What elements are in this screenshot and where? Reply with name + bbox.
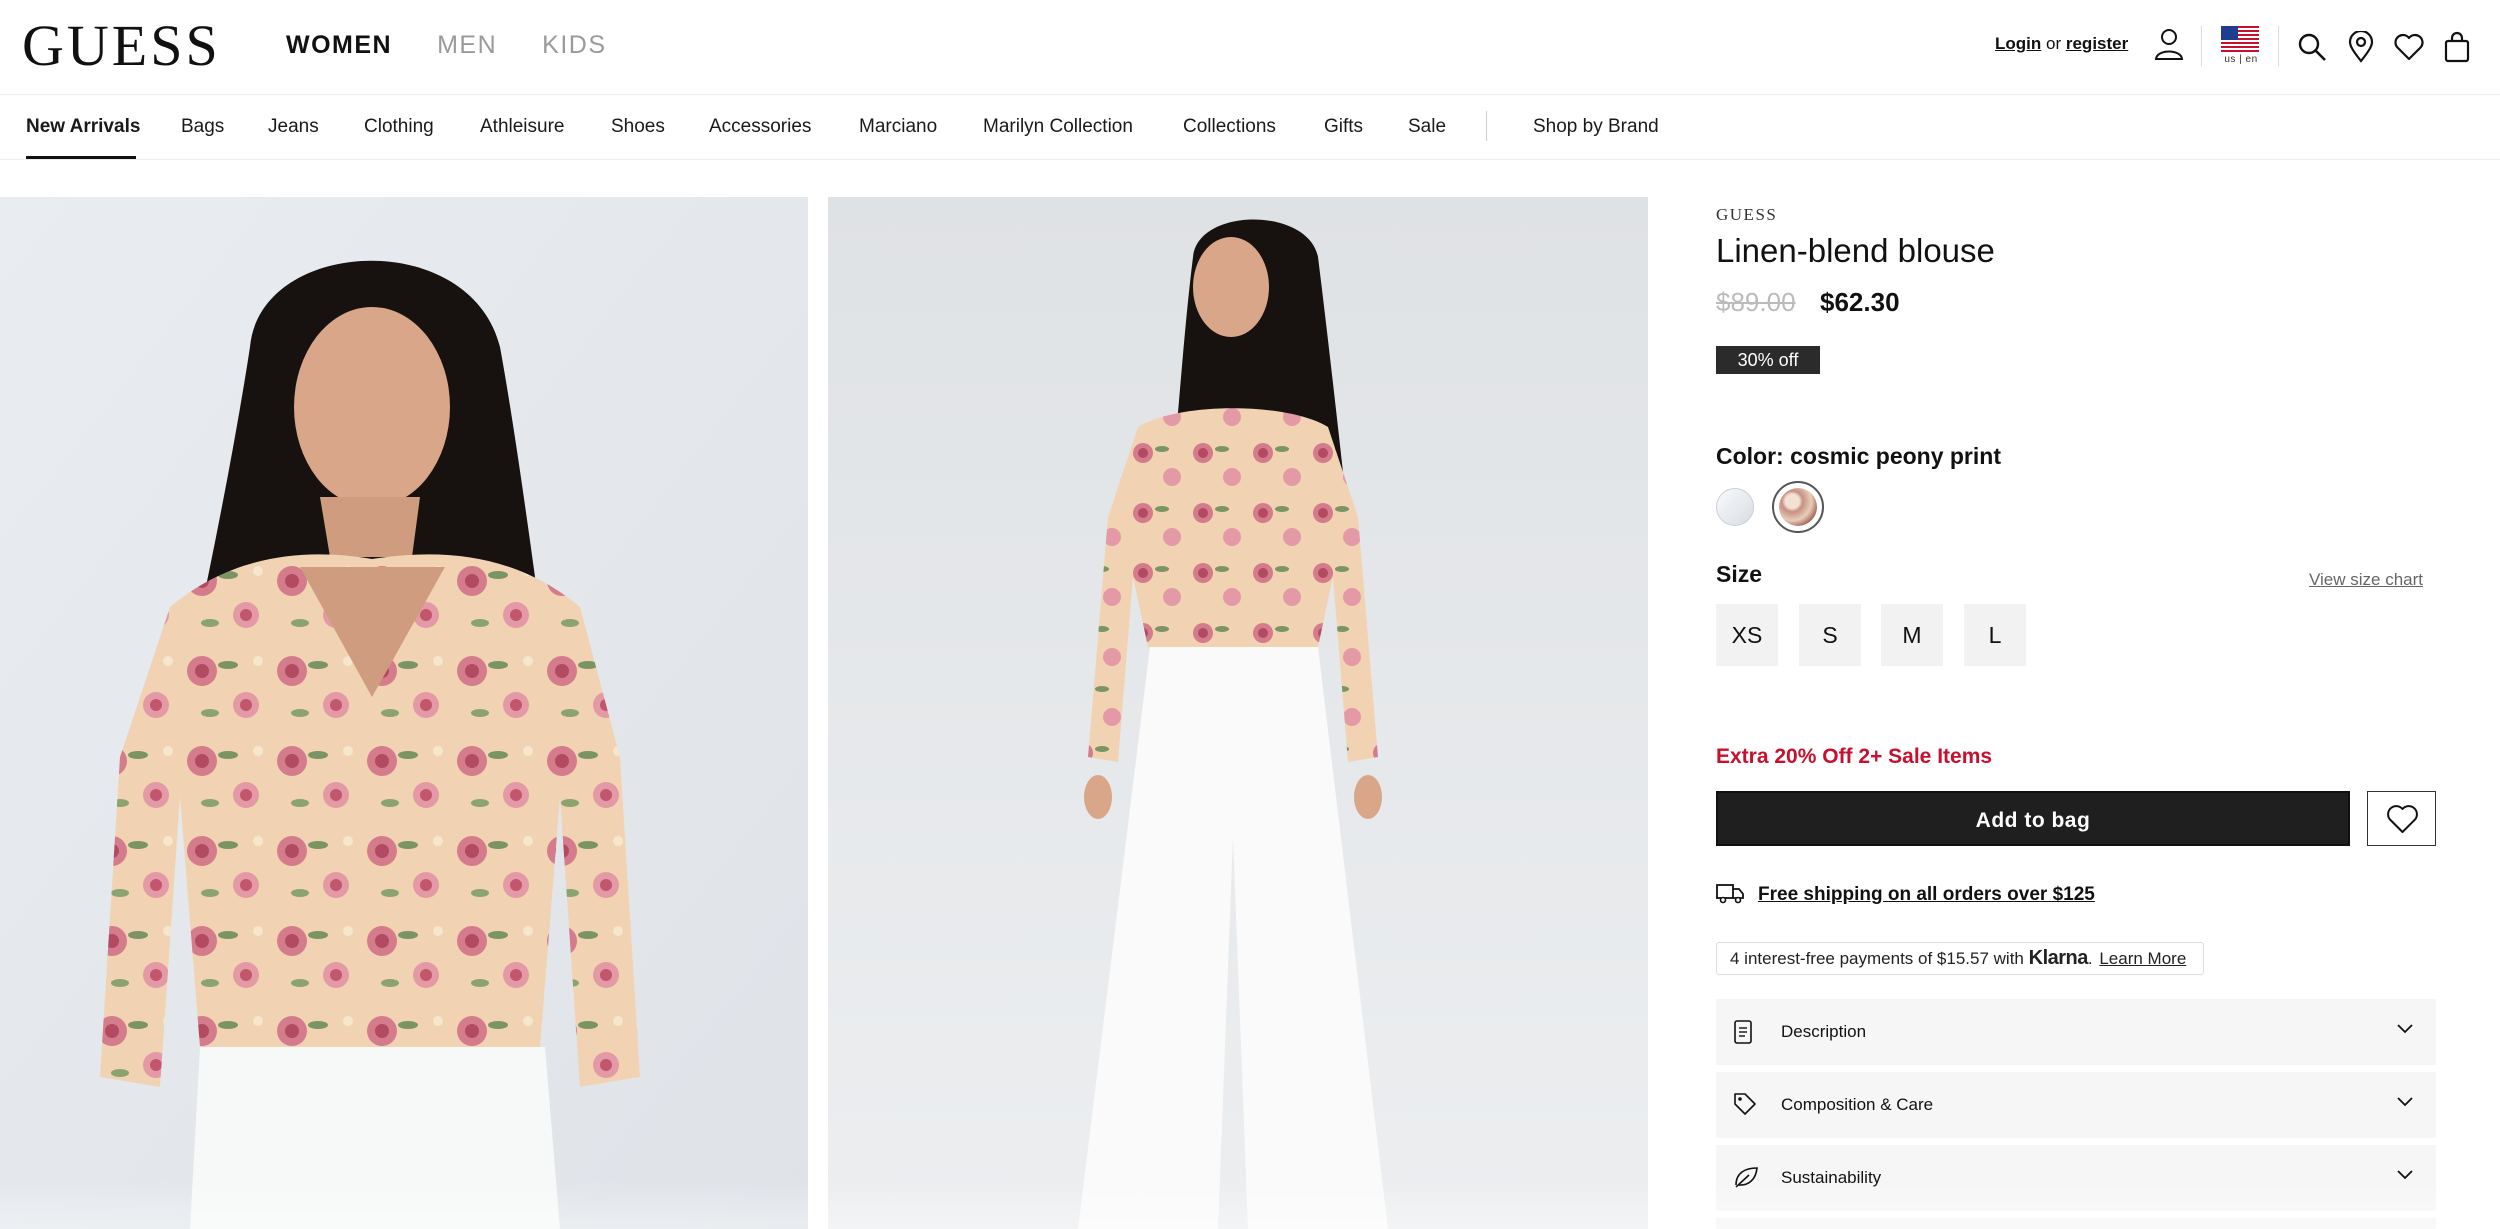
accordion-label: Description	[1781, 1022, 1867, 1041]
klarna-payment-banner: 4 interest-free payments of $15.57 with …	[1716, 942, 2204, 975]
category-nav: New Arrivals Bags Jeans Clothing Athleis…	[0, 96, 2500, 160]
nav-gifts[interactable]: Gifts	[1324, 116, 1363, 138]
nav-collections[interactable]: Collections	[1183, 116, 1276, 138]
header-divider	[2278, 26, 2279, 66]
color-swatch-cosmic-peony-print[interactable]	[1779, 488, 1817, 526]
active-nav-underline	[26, 156, 136, 159]
size-xs-button[interactable]: XS	[1716, 604, 1778, 666]
chevron-down-icon	[2397, 1170, 2413, 1180]
nav-marilyn-collection[interactable]: Marilyn Collection	[983, 116, 1133, 138]
nav-athleisure[interactable]: Athleisure	[480, 116, 565, 138]
nav-accessories[interactable]: Accessories	[709, 116, 811, 138]
free-shipping-link[interactable]: Free shipping on all orders over $125	[1758, 884, 2095, 906]
tag-icon	[1734, 1093, 1756, 1115]
nav-bags[interactable]: Bags	[181, 116, 224, 138]
sale-price: $62.30	[1820, 287, 1900, 317]
size-chart-link[interactable]: View size chart	[2309, 570, 2423, 590]
color-value: cosmic peony print	[1790, 443, 2001, 469]
accordion-next-partial[interactable]	[1716, 1218, 2436, 1229]
locale-selector[interactable]: us | en	[2221, 26, 2261, 70]
shopping-bag-icon[interactable]	[2444, 31, 2470, 63]
tab-women[interactable]: WOMEN	[286, 31, 392, 60]
klarna-suffix: .	[2087, 949, 2093, 968]
search-icon[interactable]	[2297, 32, 2327, 62]
klarna-logo: Klarna	[2028, 947, 2089, 969]
product-brand: GUESS	[1716, 205, 1778, 224]
chevron-down-icon	[2397, 1024, 2413, 1034]
site-header: GUESS WOMEN MEN KIDS Login or register u…	[0, 0, 2500, 95]
accordion-sustainability[interactable]: Sustainability	[1716, 1145, 2436, 1211]
login-link[interactable]: Login	[1995, 34, 2041, 53]
header-divider	[2201, 26, 2202, 66]
size-label: Size	[1716, 561, 1763, 587]
discount-badge: 30% off	[1716, 346, 1820, 374]
accordion-description[interactable]: Description	[1716, 999, 2436, 1065]
locale-label: us | en	[2224, 54, 2258, 65]
wishlist-icon[interactable]	[2394, 33, 2424, 61]
size-s-button[interactable]: S	[1799, 604, 1861, 666]
chevron-down-icon	[2397, 1097, 2413, 1107]
original-price: $89.00	[1716, 287, 1796, 317]
tab-men[interactable]: MEN	[437, 31, 497, 60]
heart-icon	[2387, 805, 2418, 833]
nav-sale[interactable]: Sale	[1408, 116, 1446, 138]
nav-shop-by-brand[interactable]: Shop by Brand	[1533, 116, 1659, 138]
nav-shoes[interactable]: Shoes	[611, 116, 665, 138]
accordion-composition-care[interactable]: Composition & Care	[1716, 1072, 2436, 1138]
account-links: Login or register	[1995, 34, 2128, 54]
color-label: Color:	[1716, 443, 1784, 469]
klarna-learn-more-link[interactable]: Learn More	[2099, 949, 2186, 968]
accordion-label: Composition & Care	[1781, 1095, 1934, 1114]
or-text: or	[2046, 34, 2062, 53]
delivery-truck-icon	[1716, 884, 1744, 904]
product-image-full-length[interactable]	[828, 197, 1648, 1229]
color-swatch-white[interactable]	[1716, 488, 1754, 526]
nav-marciano[interactable]: Marciano	[859, 116, 937, 138]
nav-divider	[1486, 111, 1487, 141]
nav-clothing[interactable]: Clothing	[364, 116, 434, 138]
add-to-bag-button[interactable]: Add to bag	[1716, 791, 2350, 846]
product-title: Linen-blend blouse	[1716, 232, 1995, 269]
document-icon	[1734, 1020, 1752, 1044]
gender-nav: WOMEN MEN KIDS	[286, 31, 607, 60]
tab-kids[interactable]: KIDS	[542, 31, 606, 60]
product-image-front[interactable]	[0, 197, 808, 1229]
klarna-text: 4 interest-free payments of $15.57 with	[1730, 949, 2024, 968]
size-l-button[interactable]: L	[1964, 604, 2026, 666]
guess-logo[interactable]: GUESS	[22, 14, 221, 78]
color-selection-label: Color: cosmic peony print	[1716, 443, 2001, 470]
store-locator-icon[interactable]	[2348, 31, 2374, 63]
nav-jeans[interactable]: Jeans	[268, 116, 319, 138]
size-m-button[interactable]: M	[1881, 604, 1943, 666]
register-link[interactable]: register	[2066, 34, 2128, 53]
leaf-icon	[1735, 1167, 1758, 1188]
us-flag-icon	[2221, 26, 2259, 52]
accordion-label: Sustainability	[1781, 1168, 1882, 1187]
nav-new-arrivals[interactable]: New Arrivals	[26, 116, 140, 138]
sale-promo-text: Extra 20% Off 2+ Sale Items	[1716, 745, 1993, 768]
add-to-wishlist-button[interactable]	[2367, 791, 2436, 846]
user-icon[interactable]	[2154, 28, 2184, 60]
